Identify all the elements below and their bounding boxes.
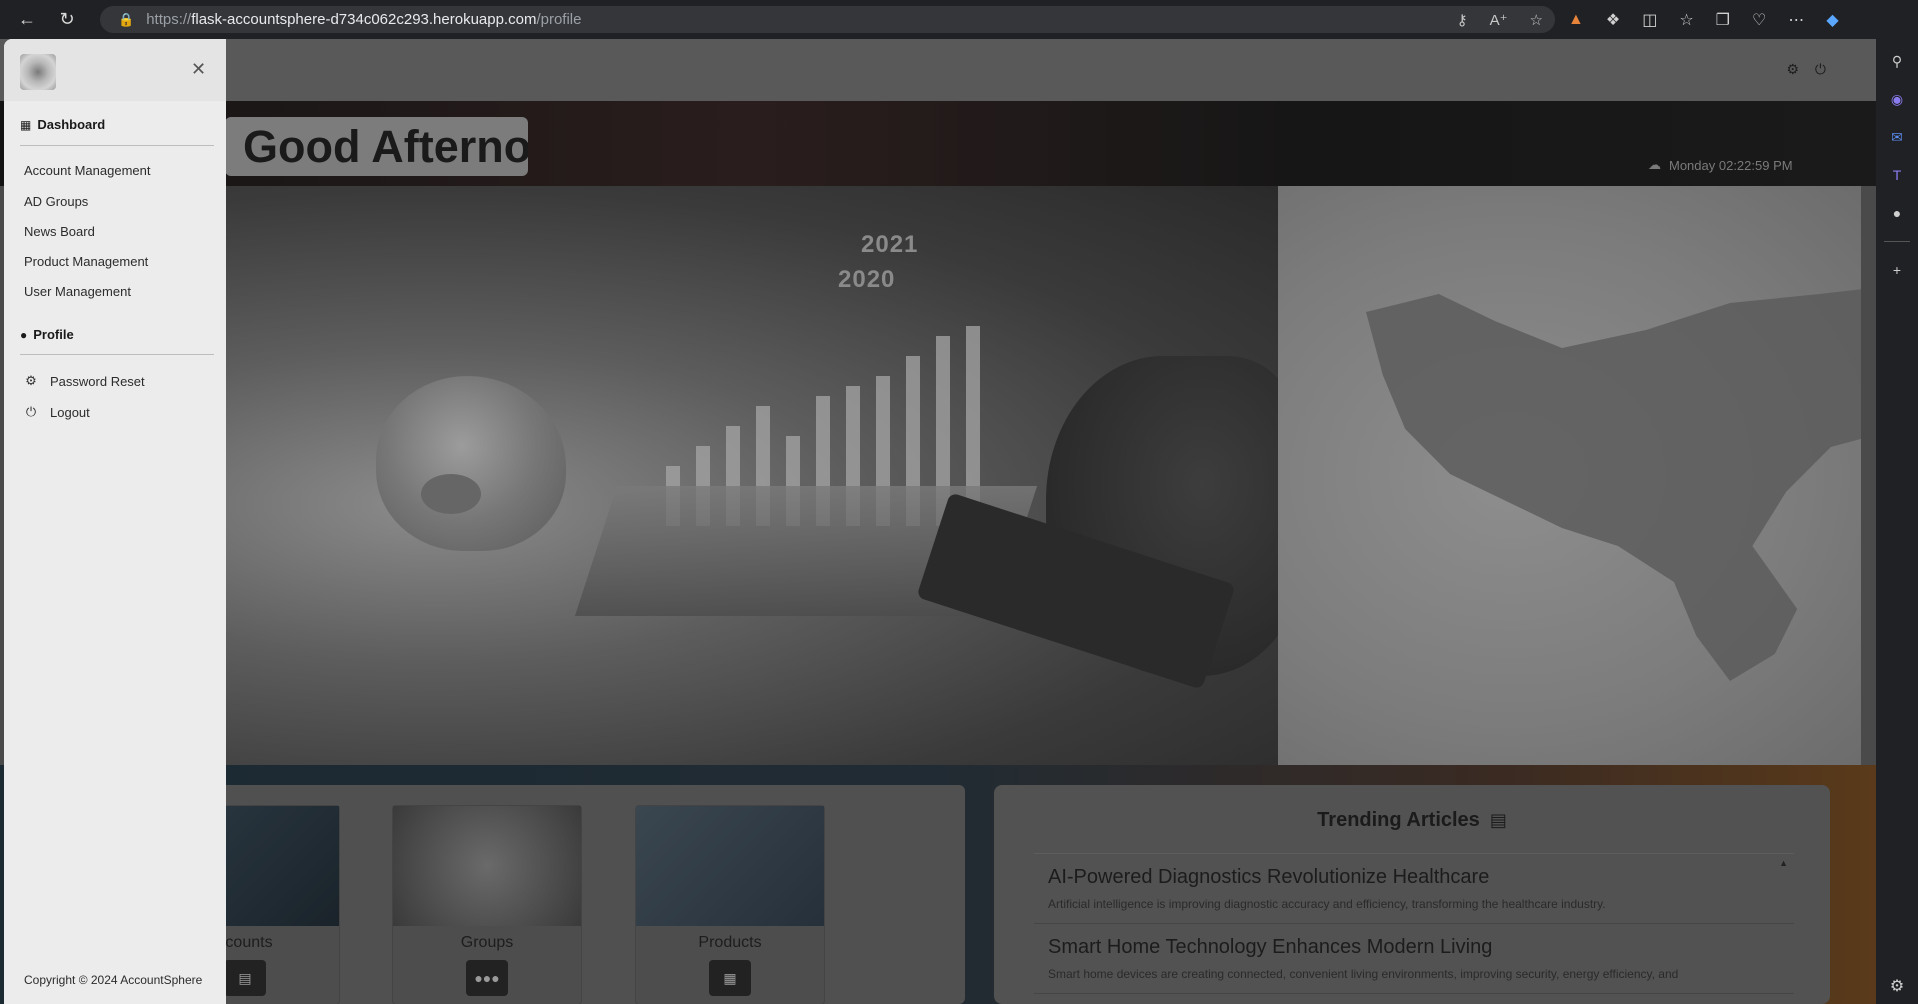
article-description: Artificial intelligence is improving dia… <box>1048 897 1606 911</box>
drawer-divider <box>20 145 214 146</box>
trending-articles-panel: Trending Articles ▤ ▲ AI-Powered Diagnost… <box>994 785 1830 1004</box>
drawer-divider <box>20 354 214 355</box>
power-icon: ⏻ <box>25 404 37 419</box>
sidebar-item-news-board[interactable]: News Board <box>24 224 95 239</box>
article-title[interactable]: AI-Powered Diagnostics Revolutionize Hea… <box>1048 866 1780 889</box>
sidebar-divider <box>1884 241 1910 242</box>
read-aloud-icon[interactable]: A⁺ <box>1490 11 1508 29</box>
groups-card-image <box>393 806 581 926</box>
list-item[interactable]: AI-Powered Diagnostics Revolutionize Hea… <box>1034 854 1794 924</box>
map-shape <box>1366 285 1861 681</box>
favorite-star-icon[interactable]: ☆ <box>1530 11 1543 29</box>
sidebar-item-logout[interactable]: ⏻ Logout <box>24 404 90 420</box>
piggy-nose <box>421 474 481 514</box>
copilot-sidebar-icon[interactable]: ◉ <box>1887 89 1907 109</box>
app-logo[interactable] <box>20 54 56 90</box>
groups-card[interactable]: Groups ●●● <box>392 805 582 1004</box>
products-card-image <box>636 806 824 926</box>
collections-icon[interactable]: ❐ <box>1716 10 1730 30</box>
key-icon[interactable]: ⚷ <box>1457 11 1468 29</box>
trending-articles-heading: Trending Articles ▤ <box>994 809 1830 832</box>
lock-icon: 🔒 <box>118 11 135 27</box>
drawer-section-dashboard[interactable]: ▦ Dashboard <box>20 117 105 132</box>
outlook-icon[interactable]: ✉ <box>1887 127 1907 147</box>
trending-articles-title: Trending Articles <box>1317 809 1480 831</box>
github-icon[interactable]: ● <box>1887 203 1907 223</box>
articles-list[interactable]: ▲ AI-Powered Diagnostics Revolutionize H… <box>1034 853 1794 1004</box>
sidebar-item-password-reset[interactable]: ⚙ Password Reset <box>24 373 145 389</box>
user-icon: ● <box>20 327 28 342</box>
piggy-bank-image <box>376 376 566 551</box>
world-map-image <box>1278 186 1861 765</box>
extensions-puzzle-icon[interactable]: ❖ <box>1606 10 1620 30</box>
finance-hero-image: 2021 2020 <box>226 186 1278 765</box>
split-screen-icon[interactable]: ◫ <box>1642 10 1657 30</box>
products-card[interactable]: Products ▦ <box>635 805 825 1004</box>
search-icon[interactable]: ⚲ <box>1887 51 1907 71</box>
top-navbar: ⚙ ⏻ <box>0 39 1876 101</box>
password-reset-label: Password Reset <box>50 373 145 389</box>
dashboard-label: Dashboard <box>37 117 106 132</box>
sidebar-item-user-management[interactable]: User Management <box>24 284 131 299</box>
article-title[interactable]: Smart Home Technology Enhances Modern Li… <box>1048 936 1780 959</box>
profile-label: Profile <box>33 327 74 342</box>
heart-pulse-icon[interactable]: ♡ <box>1752 10 1766 30</box>
sidebar-item-ad-groups[interactable]: AD Groups <box>24 194 88 209</box>
close-icon[interactable]: ✕ <box>191 59 206 80</box>
copilot-icon[interactable]: ◆ <box>1826 10 1838 30</box>
teams-icon[interactable]: T <box>1887 165 1907 185</box>
logout-label: Logout <box>50 404 90 420</box>
browser-settings-gear-icon[interactable]: ⚙ <box>1876 976 1918 996</box>
sidebar-item-product-management[interactable]: Product Management <box>24 254 148 269</box>
document-icon[interactable]: ▤ <box>224 960 266 996</box>
extension-icon[interactable]: ▲ <box>1568 11 1584 29</box>
add-icon[interactable]: + <box>1887 260 1907 280</box>
page-content: ⚙ ⏻ Good Afterno ☁ Monday 02:22:59 PM 20… <box>0 39 1876 1004</box>
newspaper-icon: ▤ <box>1489 810 1507 830</box>
cloud-icon: ☁ <box>1648 157 1661 172</box>
scroll-up-icon[interactable]: ▲ <box>1779 858 1788 868</box>
browser-toolbar: ← ↻ 🔒 https://flask-accountsphere-d734c0… <box>0 0 1918 39</box>
datetime-display: ☁ Monday 02:22:59 PM <box>1648 157 1793 173</box>
drawer-section-profile[interactable]: ● Profile <box>20 327 74 342</box>
article-description: Smart home devices are creating connecte… <box>1048 967 1679 981</box>
year-label-2021: 2021 <box>861 231 919 258</box>
favorites-icon[interactable]: ☆ <box>1679 10 1693 30</box>
address-bar[interactable]: 🔒 https://flask-accountsphere-d734c062c2… <box>100 6 1555 33</box>
list-item[interactable]: Smart Home Technology Enhances Modern Li… <box>1034 924 1794 994</box>
url-path: /profile <box>536 11 582 28</box>
url-scheme: https:// <box>146 11 192 28</box>
products-card-label: Products <box>698 934 762 951</box>
datetime-text: Monday 02:22:59 PM <box>1669 157 1793 173</box>
sidebar-item-account-management[interactable]: Account Management <box>24 163 150 178</box>
side-drawer: ✕ ▦ Dashboard Account Management AD Grou… <box>4 39 226 1004</box>
url-text[interactable]: https://flask-accountsphere-d734c062c293… <box>146 11 581 28</box>
users-icon[interactable]: ●●● <box>466 960 508 996</box>
greeting-heading: Good Afterno <box>225 117 528 176</box>
power-icon[interactable]: ⏻ <box>1815 61 1826 78</box>
settings-gear-icon[interactable]: ⚙ <box>1786 61 1799 78</box>
drawer-header: ✕ <box>4 39 226 101</box>
back-icon[interactable]: ← <box>14 7 40 33</box>
url-host: flask-accountsphere-d734c062c293.herokua… <box>191 11 537 28</box>
refresh-icon[interactable]: ↻ <box>54 7 80 33</box>
groups-card-label: Groups <box>460 934 514 951</box>
products-icon[interactable]: ▦ <box>709 960 751 996</box>
year-label-2020: 2020 <box>838 266 896 293</box>
copyright-text: Copyright © 2024 AccountSphere <box>24 973 203 987</box>
more-icon[interactable]: ⋯ <box>1788 10 1804 30</box>
browser-sidebar: ⚲ ◉ ✉ T ● + <box>1876 39 1918 1004</box>
gear-icon: ⚙ <box>25 373 37 388</box>
calendar-icon: ▦ <box>20 117 32 132</box>
